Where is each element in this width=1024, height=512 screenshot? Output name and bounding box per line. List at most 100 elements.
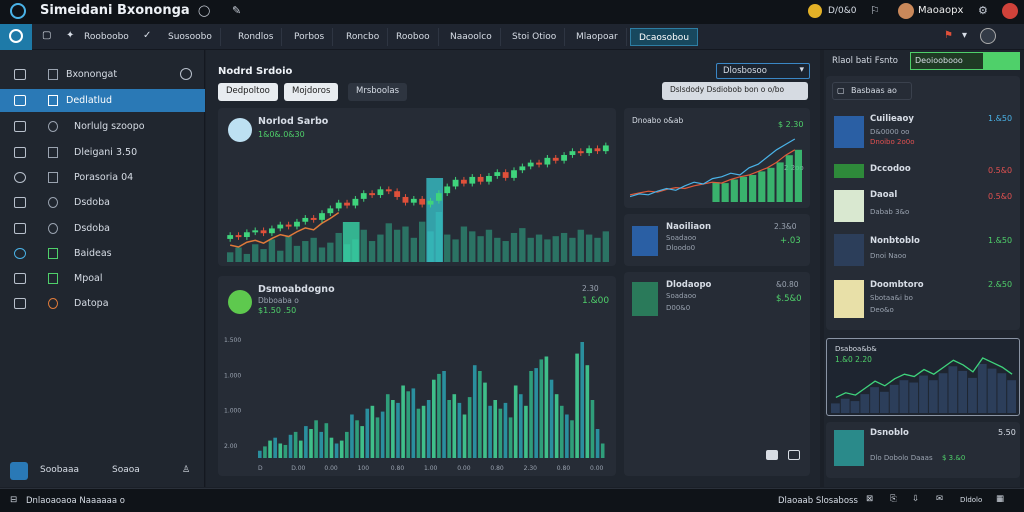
tab-3[interactable]: Rondlos [230, 28, 283, 46]
bottom-ticker[interactable]: Dsnoblo Dlo Dobolo Daaas $ 3.&0 5.50 [826, 422, 1020, 478]
clipboard-icon[interactable]: ⎘ [890, 494, 897, 504]
flag-icon[interactable]: ⚑ [944, 30, 953, 41]
grid-icon [48, 95, 58, 106]
tab-2[interactable]: Suosoobo [160, 28, 221, 46]
pin-icon[interactable]: ✎ [232, 4, 241, 17]
sidebar-item-6[interactable]: Dsdoba [0, 217, 205, 240]
candle [285, 224, 292, 227]
candle [435, 193, 442, 201]
chevron-down-icon[interactable]: ▾ [962, 30, 967, 41]
candle [419, 198, 426, 205]
balance-value: D/0&0 [828, 6, 857, 16]
footer-button-2[interactable]: Soaoa [112, 465, 140, 475]
sidebar-item-4[interactable]: Porasoria 04 [0, 166, 205, 189]
tab-5[interactable]: Roncbo [338, 28, 389, 46]
spark-bar [919, 375, 928, 413]
notification-icon[interactable] [1002, 3, 1018, 19]
tab-8[interactable]: Stoi Otioo [504, 28, 566, 46]
x-tick-label: 0.00 [324, 465, 338, 472]
account-name[interactable]: Maoaopx [918, 5, 963, 16]
tab-9[interactable]: Mlaopoar [568, 28, 627, 46]
ticker-card-1[interactable]: Naoiliaon Soadaoo Dloodo0 2.3&0 +.03 [624, 214, 810, 266]
fullscreen-icon[interactable] [788, 450, 800, 460]
sidebar-item-7[interactable]: Baideas [0, 242, 205, 265]
tab-6[interactable]: Rooboo [388, 28, 439, 46]
mini-area-chart[interactable] [630, 130, 804, 202]
chart-button-3[interactable]: Mrsboolas [348, 83, 408, 101]
bell-icon[interactable]: ⚐ [870, 4, 880, 17]
star-icon[interactable]: ✦ [66, 30, 74, 41]
person-icon[interactable]: ♙ [182, 465, 190, 475]
avatar[interactable] [898, 3, 914, 19]
calc-icon[interactable]: ⊠ [866, 494, 873, 504]
grid-icon[interactable]: ▦ [996, 494, 1004, 504]
menu-bar: ▢ ✦ Rooboobo ✓ Suosoobo Rondlos Porbos R… [0, 24, 1024, 50]
tab-10[interactable]: Dcaosobou [630, 28, 699, 46]
volume-bar [318, 247, 326, 262]
volume-bar [577, 229, 584, 262]
spark-bar [958, 370, 968, 413]
chart-button-2[interactable]: Mojdoros [284, 83, 339, 101]
chart-button-1[interactable]: Dedpoltoo [218, 83, 278, 101]
tab-7[interactable]: Naaoolco [442, 28, 501, 46]
candlestick-chart[interactable] [226, 128, 610, 262]
expand-icon[interactable] [766, 450, 778, 460]
volume-bar [288, 434, 293, 458]
spark-bar [899, 380, 909, 413]
check-icon[interactable]: ✓ [143, 30, 151, 41]
spark-bar [850, 401, 860, 413]
watchlist-panel: Rlaol bati Fsnto Deoioobooo ▢ Basbaas ao … [824, 50, 1020, 487]
watch-item-4[interactable]: Doombtoro Sbotaa&i bo Deo&o 2.&50 [826, 276, 1020, 322]
volume-bar [391, 400, 395, 458]
volume-bar [469, 231, 476, 262]
x-tick-label: 0.80 [557, 465, 571, 472]
watch-item-3[interactable]: Nonbtoblo Dnoi Naoo 1.&50 [826, 232, 1020, 272]
sidebar-item-8[interactable]: Mpoal [0, 267, 205, 290]
volume-bar-chart[interactable]: 1.500 1.000 1.000 2.00 D D.00 0.00 100 0.80 1.00 0… [224, 332, 610, 472]
spark-bar [870, 387, 879, 413]
candle [460, 179, 467, 184]
download-icon[interactable]: ⇩ [912, 494, 919, 504]
candle [477, 176, 484, 182]
volume-bar [508, 417, 513, 458]
watch-item-0[interactable]: Cuilieaoy D&0000 oo Dnoibo 2o0o 1.&50 [826, 110, 1020, 154]
printer-icon [14, 273, 26, 284]
spark-bar [948, 366, 958, 413]
watchlist-button[interactable]: Deoioobooo [910, 52, 1020, 70]
volume-bar [310, 237, 317, 262]
volume-bar [314, 420, 318, 458]
sidebar-item-9[interactable]: Datopa [0, 292, 205, 315]
chat-icon [14, 121, 26, 132]
settings-icon[interactable]: ⚙ [978, 4, 988, 17]
mail-icon[interactable]: ✉ [936, 494, 943, 504]
sidebar-item-5[interactable]: Dsdoba [0, 191, 205, 214]
refresh-icon[interactable]: ◯ [198, 4, 210, 17]
profile-avatar[interactable] [980, 28, 996, 44]
volume-bar [402, 226, 409, 262]
spark-bar [860, 394, 870, 413]
volume-bar [570, 420, 574, 458]
volume-bar [268, 239, 276, 262]
x-tick-label: 1.00 [424, 465, 438, 472]
filter-bar[interactable]: Dslsdody Dsdiobob bon o o/bo [662, 82, 808, 100]
volume-bar [580, 342, 585, 458]
ticker-card-2[interactable]: Dlodaopo Soadaoo D00&0 &0.80 $.5&0 [624, 272, 810, 476]
sidebar-item-1[interactable]: Dedlatlud [0, 89, 205, 112]
sparkline-card[interactable]: Dsaboa&b& 1.&0 2.20 [826, 338, 1020, 416]
sidebar-item-3[interactable]: Dleigani 3.50 [0, 141, 205, 164]
home-button[interactable] [0, 24, 32, 50]
title-bar: Simeidani Bxononga ◯ ✎ D/0&0 ⚐ Maoaopx ⚙ [0, 0, 1024, 24]
home-icon[interactable] [10, 462, 28, 480]
period-dropdown[interactable]: Dlosbosoo ▾ [716, 63, 810, 79]
sidebar-item-2[interactable]: Norlulg szoopo [0, 115, 205, 138]
candle [260, 230, 267, 234]
square-icon[interactable]: ▢ [42, 30, 51, 41]
search-input[interactable]: ▢ Basbaas ao [832, 82, 912, 100]
volume-bar [544, 239, 551, 262]
watch-item-2[interactable]: Daoal Dabab 3&o 0.5&0 [826, 184, 1020, 228]
watch-item-1[interactable]: Dccodoo 0.5&0 [826, 162, 1020, 182]
tab-4[interactable]: Porbos [286, 28, 334, 46]
sidebar-item-0[interactable]: Bxonongat [0, 63, 205, 86]
footer-button-1[interactable]: Soobaaa [40, 465, 79, 475]
tab-1[interactable]: Rooboobo [76, 28, 137, 46]
